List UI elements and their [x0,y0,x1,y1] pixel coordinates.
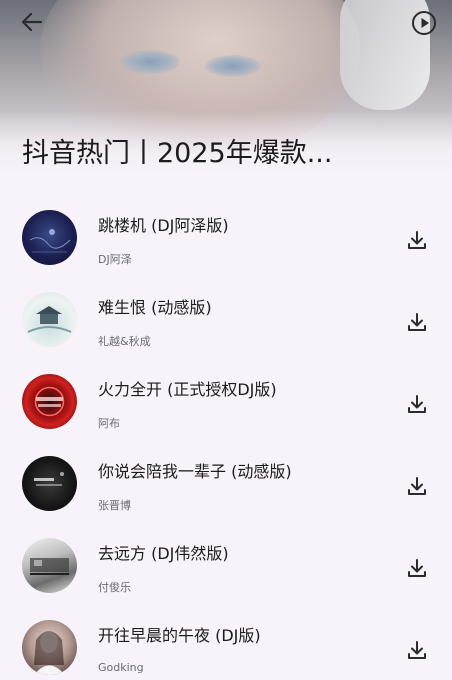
song-row[interactable]: 跳楼机 (DJ阿泽版) DJ阿泽 [0,200,452,282]
song-cover [22,538,77,593]
song-row[interactable]: 难生恨 (动感版) 礼越&秋成 [0,282,452,364]
song-artist: DJ阿泽 [98,253,132,266]
song-title: 去远方 (DJ伟然版) [98,544,229,563]
banner-image-eye-right [205,55,261,77]
song-list: 跳楼机 (DJ阿泽版) DJ阿泽 难生恨 (动感版) 礼越&秋成 火力全开 (正… [0,200,452,680]
song-cover [22,292,77,347]
download-button[interactable] [403,308,431,336]
download-icon [408,395,426,413]
song-title: 开往早晨的午夜 (DJ版) [98,626,261,645]
song-title: 你说会陪我一辈子 (动感版) [98,462,292,481]
download-icon [408,231,426,249]
song-cover [22,620,77,675]
download-icon [408,559,426,577]
banner-image-eye-left [120,50,180,74]
song-artist: 张晋博 [98,499,131,512]
song-cover [22,456,77,511]
song-row[interactable]: 你说会陪我一辈子 (动感版) 张晋博 [0,446,452,528]
song-title: 难生恨 (动感版) [98,298,212,317]
song-row[interactable]: 去远方 (DJ伟然版) 付俊乐 [0,528,452,610]
download-icon [408,641,426,659]
song-title: 跳楼机 (DJ阿泽版) [98,216,229,235]
song-artist: 礼越&秋成 [98,335,151,348]
song-row[interactable]: 火力全开 (正式授权DJ版) 阿布 [0,364,452,446]
song-artist: 阿布 [98,417,120,430]
song-cover [22,210,77,265]
song-artist: Godking [98,661,144,674]
back-button[interactable] [14,8,50,36]
song-artist: 付俊乐 [98,581,131,594]
download-icon [408,477,426,495]
download-button[interactable] [403,226,431,254]
song-title: 火力全开 (正式授权DJ版) [98,380,277,399]
download-button[interactable] [403,472,431,500]
download-button[interactable] [403,554,431,582]
play-circle-icon [412,11,436,35]
song-row[interactable]: 开往早晨的午夜 (DJ版) Godking [0,610,452,680]
play-all-button[interactable] [408,8,440,38]
page-title: 抖音热门丨2025年爆款... [22,138,333,169]
download-icon [408,313,426,331]
download-button[interactable] [403,390,431,418]
arrow-left-icon [21,12,43,32]
song-cover [22,374,77,429]
download-button[interactable] [403,636,431,664]
